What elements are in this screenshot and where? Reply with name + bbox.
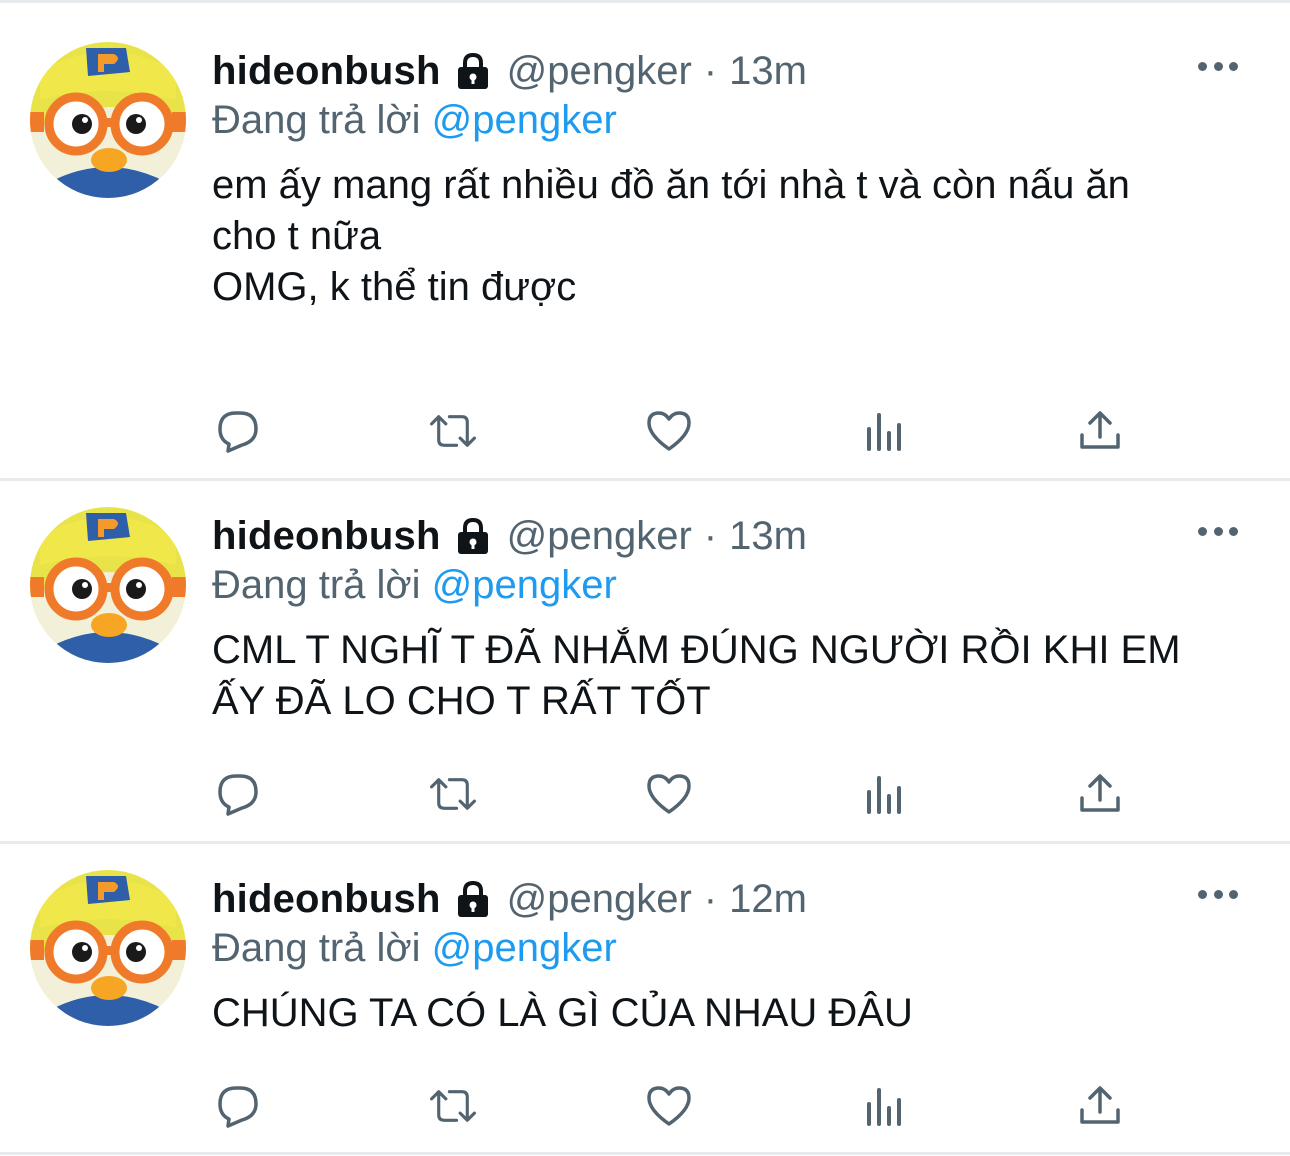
- tweet-text: em ấy mang rất nhiều đồ ăn tới nhà t và …: [212, 160, 1252, 313]
- user-handle[interactable]: @pengker: [507, 875, 692, 923]
- display-name[interactable]: hideonbush: [212, 875, 441, 923]
- replying-to-label: Đang trả lời: [212, 926, 421, 970]
- tweet-actions: [0, 1081, 1290, 1141]
- separator-dot: ·: [703, 514, 718, 558]
- replying-to-handle[interactable]: @pengker: [432, 563, 617, 607]
- lock-icon: [453, 879, 493, 919]
- analytics-icon[interactable]: [860, 406, 910, 456]
- retweet-icon[interactable]: [428, 769, 478, 819]
- avatar[interactable]: [30, 870, 186, 1026]
- porong-avatar-icon: [30, 507, 186, 663]
- analytics-icon[interactable]: [860, 1081, 910, 1131]
- replying-to-handle[interactable]: @pengker: [432, 98, 617, 142]
- tweet-actions: [0, 769, 1290, 829]
- replying-to-handle[interactable]: @pengker: [432, 926, 617, 970]
- replying-to-label: Đang trả lời: [212, 563, 421, 607]
- tweet-text: CML T NGHĨ T ĐÃ NHẮM ĐÚNG NGƯỜI RỒI KHI …: [212, 625, 1252, 727]
- tweet[interactable]: hideonbush @pengker · 13m Đang trả lời @…: [0, 465, 1290, 841]
- tweet-text-line: CML T NGHĨ T ĐÃ NHẮM ĐÚNG NGƯỜI RỒI KHI …: [212, 628, 1181, 672]
- analytics-icon[interactable]: [860, 769, 910, 819]
- tweet-text: CHÚNG TA CÓ LÀ GÌ CỦA NHAU ĐÂU: [212, 988, 1252, 1039]
- replying-to: Đang trả lời @pengker: [212, 924, 617, 972]
- tweet[interactable]: hideonbush @pengker · 13m Đang trả lời @…: [0, 0, 1290, 478]
- avatar[interactable]: [30, 42, 186, 198]
- heart-icon[interactable]: [644, 769, 694, 819]
- tweet-header: hideonbush @pengker · 13m: [212, 47, 807, 95]
- more-icon[interactable]: [1198, 56, 1238, 76]
- heart-icon[interactable]: [644, 406, 694, 456]
- timestamp[interactable]: 13m: [729, 512, 807, 560]
- share-icon[interactable]: [1075, 769, 1125, 819]
- avatar[interactable]: [30, 507, 186, 663]
- replying-to: Đang trả lời @pengker: [212, 96, 617, 144]
- tweet-header: hideonbush @pengker · 13m: [212, 512, 807, 560]
- user-handle[interactable]: @pengker: [507, 47, 692, 95]
- tweet-text-line: CHÚNG TA CÓ LÀ GÌ CỦA NHAU ĐÂU: [212, 991, 913, 1035]
- timestamp[interactable]: 13m: [729, 47, 807, 95]
- timestamp[interactable]: 12m: [729, 875, 807, 923]
- tweet-text-line: ẤY ĐÃ LO CHO T RẤT TỐT: [212, 679, 711, 723]
- tweet-actions: [0, 406, 1290, 466]
- more-icon[interactable]: [1198, 884, 1238, 904]
- tweet-text-line: OMG, k thể tin được: [212, 265, 577, 309]
- porong-avatar-icon: [30, 42, 186, 198]
- display-name[interactable]: hideonbush: [212, 512, 441, 560]
- reply-icon[interactable]: [213, 406, 263, 456]
- reply-icon[interactable]: [213, 769, 263, 819]
- separator-dot: ·: [703, 49, 718, 93]
- replying-to: Đang trả lời @pengker: [212, 561, 617, 609]
- tweet-header: hideonbush @pengker · 12m: [212, 875, 807, 923]
- heart-icon[interactable]: [644, 1081, 694, 1131]
- tweet-text-line: cho t nữa: [212, 214, 382, 258]
- porong-avatar-icon: [30, 870, 186, 1026]
- share-icon[interactable]: [1075, 1081, 1125, 1131]
- user-handle[interactable]: @pengker: [507, 512, 692, 560]
- lock-icon: [453, 516, 493, 556]
- lock-icon: [453, 51, 493, 91]
- share-icon[interactable]: [1075, 406, 1125, 456]
- tweet-text-line: em ấy mang rất nhiều đồ ăn tới nhà t và …: [212, 163, 1130, 207]
- retweet-icon[interactable]: [428, 1081, 478, 1131]
- display-name[interactable]: hideonbush: [212, 47, 441, 95]
- more-icon[interactable]: [1198, 521, 1238, 541]
- retweet-icon[interactable]: [428, 406, 478, 456]
- reply-icon[interactable]: [213, 1081, 263, 1131]
- separator-dot: ·: [703, 877, 718, 921]
- tweet-separator: [0, 1152, 1290, 1155]
- tweet[interactable]: hideonbush @pengker · 12m Đang trả lời @…: [0, 828, 1290, 1152]
- replying-to-label: Đang trả lời: [212, 98, 421, 142]
